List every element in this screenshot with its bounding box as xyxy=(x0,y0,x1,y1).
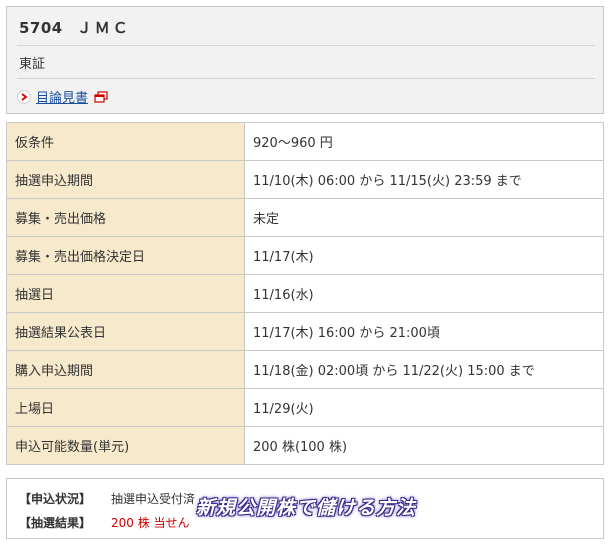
row-value: 未定 xyxy=(244,198,604,237)
new-window-icon[interactable] xyxy=(94,90,108,103)
lottery-result-row: 【抽選結果】 200 株 当せん xyxy=(19,514,190,531)
row-value: 920～960 円 xyxy=(244,122,604,161)
ipo-details-table: 仮条件 920～960 円 抽選申込期間 11/10(木) 06:00 から 11/… xyxy=(6,122,604,465)
row-value: 11/16(水) xyxy=(244,274,604,313)
row-value: 11/17(木) xyxy=(244,236,604,275)
divider xyxy=(17,78,595,79)
lottery-result-label: 【抽選結果】 xyxy=(19,516,92,530)
divider xyxy=(17,45,595,46)
watermark-text: 新規公開株で儲ける方法 xyxy=(196,497,417,519)
stock-title: 5704 ＪＭＣ xyxy=(19,17,593,38)
table-row: 申込可能数量(単元) 200 株(100 株) xyxy=(6,426,604,465)
stock-header: 5704 ＪＭＣ 東証 目論見書 xyxy=(6,6,604,114)
table-row: 抽選日 11/16(水) xyxy=(6,274,604,313)
row-label: 購入申込期間 xyxy=(6,350,245,389)
row-label: 募集・売出価格決定日 xyxy=(6,236,245,275)
lottery-result-value: 200 株 当せん xyxy=(111,516,190,530)
row-label: 上場日 xyxy=(6,388,245,427)
chevron-right-icon xyxy=(17,89,31,104)
application-status-value: 抽選申込受付済 xyxy=(111,492,196,506)
row-value: 11/29(火) xyxy=(244,388,604,427)
stock-code: 5704 xyxy=(19,19,63,37)
row-label: 抽選結果公表日 xyxy=(6,312,245,351)
table-row: 抽選申込期間 11/10(木) 06:00 から 11/15(火) 23:59 ま… xyxy=(6,160,604,199)
row-value: 11/10(木) 06:00 から 11/15(火) 23:59 まで xyxy=(244,160,604,199)
prospectus-link[interactable]: 目論見書 xyxy=(36,87,88,106)
row-label: 仮条件 xyxy=(6,122,245,161)
row-label: 抽選日 xyxy=(6,274,245,313)
table-row: 募集・売出価格 未定 xyxy=(6,198,604,237)
table-row: 抽選結果公表日 11/17(木) 16:00 から 21:00頃 xyxy=(6,312,604,351)
table-row: 購入申込期間 11/18(金) 02:00頃 から 11/22(火) 15:00 … xyxy=(6,350,604,389)
row-value: 11/18(金) 02:00頃 から 11/22(火) 15:00 まで xyxy=(244,350,604,389)
row-value: 11/17(木) 16:00 から 21:00頃 xyxy=(244,312,604,351)
row-label: 抽選申込期間 xyxy=(6,160,245,199)
table-row: 上場日 11/29(火) xyxy=(6,388,604,427)
application-status-label: 【申込状況】 xyxy=(19,492,92,506)
stock-name: ＪＭＣ xyxy=(76,19,131,37)
table-row: 仮条件 920～960 円 xyxy=(6,122,604,161)
row-label: 募集・売出価格 xyxy=(6,198,245,237)
prospectus-row: 目論見書 xyxy=(17,87,108,106)
market-label: 東証 xyxy=(19,57,46,72)
row-label: 申込可能数量(単元) xyxy=(6,426,245,465)
row-value: 200 株(100 株) xyxy=(244,426,604,465)
table-row: 募集・売出価格決定日 11/17(木) xyxy=(6,236,604,275)
application-status-row: 【申込状況】 抽選申込受付済 xyxy=(19,490,195,507)
